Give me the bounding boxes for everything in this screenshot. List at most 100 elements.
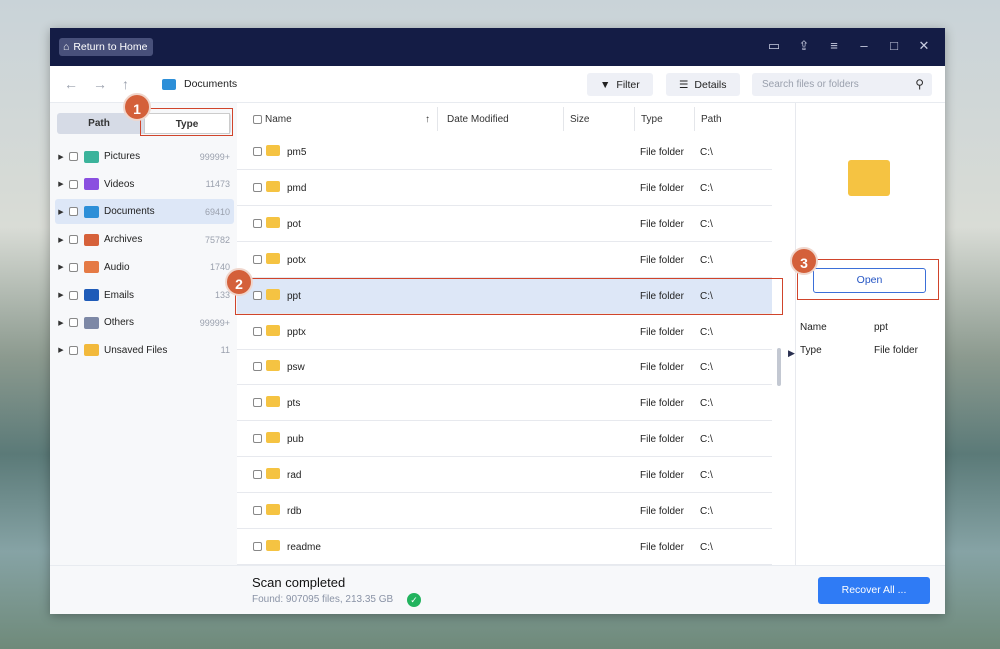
table-row[interactable]: pm5 File folder C:\ [237, 134, 772, 170]
category-count: 99999+ [199, 317, 230, 328]
folder-icon [266, 145, 280, 156]
category-label: Documents [104, 206, 155, 218]
category-count: 11473 [205, 179, 230, 190]
category-icon [84, 178, 99, 191]
column-type[interactable]: Type [641, 114, 663, 125]
row-checkbox[interactable] [253, 218, 262, 228]
row-type: File folder [640, 470, 684, 482]
row-path: C:\ [700, 182, 713, 194]
sidebar-item-videos[interactable]: ▶ Videos 11473 [55, 172, 234, 197]
list-icon: ☰ [679, 78, 689, 91]
search-input[interactable]: Search files or folders ⚲ [752, 73, 932, 96]
expand-icon[interactable]: ▶ [55, 319, 67, 327]
expand-icon[interactable]: ▶ [55, 208, 67, 216]
row-path: C:\ [700, 326, 713, 338]
table-row[interactable]: pptx File folder C:\ [237, 314, 772, 350]
sidebar-item-unsaved-files[interactable]: ▶ Unsaved Files 11 [55, 338, 234, 363]
collapse-panel-icon[interactable]: ▶ [788, 348, 795, 359]
close-icon[interactable]: ✕ [915, 38, 933, 54]
expand-icon[interactable]: ▶ [55, 236, 67, 244]
checkbox[interactable] [69, 290, 78, 300]
row-path: C:\ [700, 398, 713, 410]
row-checkbox[interactable] [253, 326, 262, 336]
expand-icon[interactable]: ▶ [55, 153, 67, 161]
search-icon[interactable]: ⚲ [915, 77, 924, 91]
row-checkbox[interactable] [253, 506, 262, 515]
found-summary: Found: 907095 files, 213.35 GB [252, 594, 394, 605]
table-row[interactable]: psw File folder C:\ [237, 349, 772, 386]
return-home-button[interactable]: ⌂ Return to Home [59, 38, 154, 56]
minimize-icon[interactable]: – [855, 38, 873, 53]
folder-preview-icon [848, 160, 890, 196]
sidebar-item-others[interactable]: ▶ Others 99999+ [55, 310, 234, 335]
row-name: readme [287, 541, 321, 553]
category-label: Pictures [104, 151, 141, 162]
column-name[interactable]: Name [265, 114, 292, 125]
folder-icon [266, 360, 280, 372]
maximize-icon[interactable]: □ [885, 38, 903, 53]
table-row[interactable]: rad File folder C:\ [237, 457, 772, 494]
feedback-icon[interactable]: ▭ [765, 38, 783, 54]
column-size[interactable]: Size [570, 114, 589, 125]
checkbox[interactable] [69, 179, 78, 189]
row-type: File folder [640, 182, 684, 194]
vertical-scrollbar[interactable] [777, 348, 781, 386]
row-checkbox[interactable] [253, 147, 262, 156]
expand-icon[interactable]: ▶ [55, 263, 67, 271]
table-row[interactable]: rdb File folder C:\ [237, 493, 772, 529]
row-checkbox[interactable] [253, 254, 262, 264]
row-checkbox[interactable] [253, 398, 262, 408]
menu-icon[interactable]: ≡ [825, 38, 843, 53]
checkbox[interactable] [69, 235, 78, 245]
row-checkbox[interactable] [253, 470, 262, 480]
sidebar-item-archives[interactable]: ▶ Archives 75782 [55, 227, 234, 252]
forward-icon[interactable]: → [93, 76, 107, 92]
row-path: C:\ [700, 470, 713, 482]
annotation-box-3 [797, 259, 939, 300]
expand-icon[interactable]: ▶ [55, 346, 67, 354]
list-header: Name ↑ Date Modified Size Type Path [237, 103, 777, 136]
category-icon [84, 150, 99, 163]
category-icon [84, 205, 99, 218]
checkbox[interactable] [69, 152, 78, 161]
checkbox[interactable] [69, 262, 78, 272]
checkbox[interactable] [69, 318, 78, 328]
breadcrumb: Documents [162, 78, 237, 90]
table-row[interactable]: pmd File folder C:\ [237, 170, 772, 206]
recover-all-button[interactable]: Recover All ... [818, 577, 930, 604]
row-path: C:\ [700, 506, 713, 517]
table-row[interactable]: pot File folder C:\ [237, 206, 772, 242]
upload-icon[interactable]: ⇪ [795, 38, 813, 54]
sidebar-item-pictures[interactable]: ▶ Pictures 99999+ [55, 144, 234, 169]
table-row[interactable]: pub File folder C:\ [237, 421, 772, 458]
row-checkbox[interactable] [253, 541, 262, 551]
sidebar-item-emails[interactable]: ▶ Emails 133 [55, 283, 234, 308]
column-path[interactable]: Path [701, 114, 722, 125]
up-icon[interactable]: ↑ [122, 76, 129, 92]
sidebar-item-documents[interactable]: ▶ Documents 69410 [55, 199, 234, 225]
expand-icon[interactable]: ▶ [55, 291, 67, 299]
filter-button[interactable]: ▼ Filter [587, 73, 653, 96]
row-path: C:\ [700, 541, 713, 553]
row-checkbox[interactable] [253, 362, 262, 372]
status-footer: Scan completed Found: 907095 files, 213.… [50, 565, 945, 614]
row-name: pmd [287, 182, 307, 194]
table-row[interactable]: potx File folder C:\ [237, 242, 772, 278]
details-button[interactable]: ☰ Details [666, 73, 740, 96]
table-row[interactable]: readme File folder C:\ [237, 529, 772, 565]
row-checkbox[interactable] [253, 434, 262, 444]
sort-ascending-icon[interactable]: ↑ [425, 114, 430, 125]
folder-icon [266, 252, 280, 264]
filter-icon: ▼ [600, 78, 611, 91]
row-path: C:\ [700, 434, 713, 446]
row-checkbox[interactable] [253, 182, 262, 192]
sidebar-item-audio[interactable]: ▶ Audio 1740 [55, 255, 234, 280]
checkbox[interactable] [69, 345, 78, 355]
back-icon[interactable]: ← [64, 76, 78, 92]
column-date-modified[interactable]: Date Modified [447, 114, 509, 125]
category-label: Unsaved Files [104, 344, 168, 356]
checkbox[interactable] [69, 207, 78, 217]
select-all-checkbox[interactable] [253, 115, 262, 124]
expand-icon[interactable]: ▶ [55, 180, 67, 188]
table-row[interactable]: pts File folder C:\ [237, 385, 772, 422]
